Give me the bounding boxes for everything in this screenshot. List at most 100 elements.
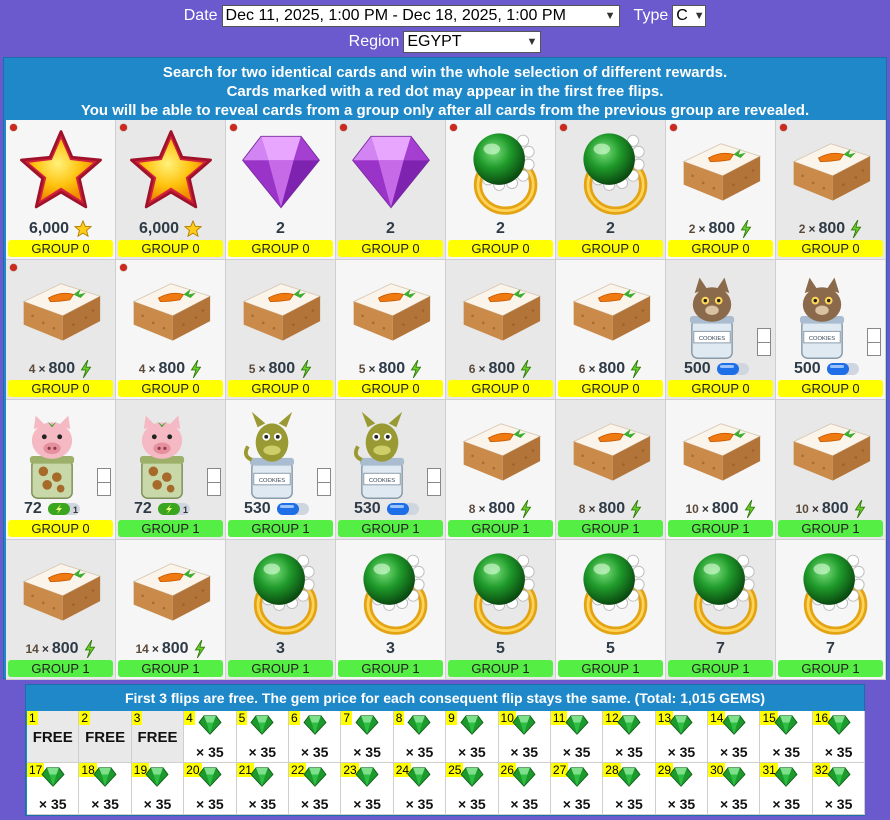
cards-panel: Search for two identical cards and win t… [3, 57, 887, 680]
date-label: Date [183, 7, 218, 24]
group-badge: GROUP 1 [558, 660, 663, 677]
reward-card[interactable]: 5 GROUP 1 [556, 540, 666, 680]
flip-price: × 35 [91, 796, 119, 812]
flip-price: × 35 [405, 744, 434, 760]
energy-bolt-icon [190, 360, 202, 378]
reward-card[interactable]: COOKIES 500 GROUP 0 [776, 260, 886, 400]
reward-value: 2 [446, 219, 555, 239]
flip-price: × 35 [353, 744, 381, 760]
date-select[interactable]: Dec 11, 2025, 1:00 PM - Dec 18, 2025, 1:… [221, 5, 620, 27]
flip-slot: 15 × 35 [760, 711, 813, 763]
star-icon [15, 126, 107, 223]
group-badge: GROUP 1 [228, 520, 333, 537]
flip-slot: 5 × 35 [236, 711, 289, 763]
flip-number: 7 [341, 711, 353, 725]
blue-pill-icon [276, 503, 309, 515]
reward-card[interactable]: 6,000 GROUP 0 [6, 120, 116, 260]
flip-slot: 20 × 35 [184, 763, 237, 815]
group-badge: GROUP 1 [448, 660, 553, 677]
reward-value: 2 [336, 219, 445, 239]
reward-card[interactable]: 3 GROUP 1 [336, 540, 446, 680]
reward-card[interactable]: 6 × 800 GROUP 0 [446, 260, 556, 400]
stack-indicator [317, 468, 331, 496]
carrot-cake-icon [675, 126, 767, 211]
reward-amount: 72 [24, 500, 42, 517]
flip-number: 8 [393, 711, 405, 725]
green-gem-icon [511, 714, 537, 741]
reward-card[interactable]: 4 × 800 GROUP 0 [6, 260, 116, 400]
reward-card[interactable]: COOKIES 500 GROUP 0 [666, 260, 776, 400]
green-ring-icon [344, 546, 438, 643]
reward-amount: 500 [684, 360, 711, 377]
flip-slot: 25 × 35 [446, 763, 499, 815]
group-badge: GROUP 1 [558, 520, 663, 537]
flip-price: × 35 [719, 796, 748, 812]
reward-card[interactable]: 8 × 800 GROUP 1 [556, 400, 666, 540]
reward-multiplier: 2 [688, 222, 696, 236]
energy-bolt-icon [194, 640, 205, 658]
reward-value: 10 × 800 [776, 499, 885, 519]
energy-bolt-icon [850, 220, 862, 238]
reward-card[interactable]: 2 GROUP 0 [446, 120, 556, 260]
times-sign: × [588, 362, 596, 376]
free-label: FREE [32, 729, 73, 746]
region-select[interactable]: EGYPT ▼ [403, 31, 542, 53]
svg-text:1: 1 [73, 505, 78, 515]
carrot-cake-icon [785, 126, 877, 211]
reward-card[interactable]: 6,000 GROUP 0 [116, 120, 226, 260]
reward-card[interactable]: 2 × 800 GROUP 0 [666, 120, 776, 260]
reward-card[interactable]: 14 × 800 GROUP 1 [116, 540, 226, 680]
svg-text:COOKIES: COOKIES [809, 336, 835, 342]
reward-card[interactable]: COOKIES 530 GROUP 1 [226, 400, 336, 540]
type-select[interactable]: C ▼ [672, 5, 707, 27]
green-ring-icon [564, 126, 658, 223]
times-sign: × [698, 222, 706, 236]
flip-number: 1 [27, 711, 38, 725]
reward-card[interactable]: 7 GROUP 1 [666, 540, 776, 680]
reward-card[interactable]: 8 × 800 GROUP 1 [446, 400, 556, 540]
reward-card[interactable]: 5 × 800 GROUP 0 [226, 260, 336, 400]
reward-card[interactable]: 10 × 800 GROUP 1 [776, 400, 886, 540]
carrot-cake-icon [565, 406, 657, 491]
reward-amount: 7 [716, 640, 725, 657]
energy-bolt-icon [410, 360, 422, 378]
green-gem-icon [92, 766, 118, 793]
group-badge: GROUP 1 [338, 520, 443, 537]
reward-amount: 2 [606, 220, 615, 237]
reward-card[interactable]: 10 × 800 GROUP 1 [666, 400, 776, 540]
reward-card[interactable]: COOKIES 530 GROUP 1 [336, 400, 446, 540]
flip-slot: 16 × 35 [812, 711, 866, 763]
reward-card[interactable]: 7 GROUP 1 [776, 540, 886, 680]
reward-card[interactable]: 3 GROUP 1 [226, 540, 336, 680]
reward-card[interactable]: 72 1 GROUP 1 [116, 400, 226, 540]
group-badge: GROUP 1 [228, 660, 333, 677]
reward-card[interactable]: 72 1 GROUP 0 [6, 400, 116, 540]
reward-card[interactable]: 5 × 800 GROUP 0 [336, 260, 446, 400]
reward-card[interactable]: 2 GROUP 0 [336, 120, 446, 260]
green-gem-icon [773, 766, 799, 793]
reward-amount: 2 [496, 220, 505, 237]
flip-price: × 35 [719, 744, 748, 760]
reward-card[interactable]: 5 GROUP 1 [446, 540, 556, 680]
reward-multiplier: 5 [358, 362, 366, 376]
flip-price: × 35 [667, 796, 696, 812]
green-gem-icon [564, 714, 590, 741]
reward-card[interactable]: 2 GROUP 0 [226, 120, 336, 260]
reward-card[interactable]: 4 × 800 GROUP 0 [116, 260, 226, 400]
flip-price: × 35 [615, 744, 643, 760]
reward-card[interactable]: 14 × 800 GROUP 1 [6, 540, 116, 680]
reward-amount: 530 [244, 500, 271, 517]
times-sign: × [808, 222, 816, 236]
reward-card[interactable]: 2 GROUP 0 [556, 120, 666, 260]
reward-card[interactable]: 6 × 800 GROUP 0 [556, 260, 666, 400]
group-badge: GROUP 1 [448, 520, 553, 537]
green-gem-icon [616, 714, 642, 741]
reward-value: 5 [446, 639, 555, 659]
reward-amount: 2 [386, 220, 395, 237]
energy-bolt-icon [300, 360, 312, 378]
flip-price: × 35 [824, 796, 853, 812]
green-gem-icon [302, 766, 328, 793]
reward-card[interactable]: 2 × 800 GROUP 0 [776, 120, 886, 260]
date-select-value: Dec 11, 2025, 1:00 PM - Dec 18, 2025, 1:… [225, 7, 566, 24]
cards-instructions: Search for two identical cards and win t… [4, 58, 886, 120]
